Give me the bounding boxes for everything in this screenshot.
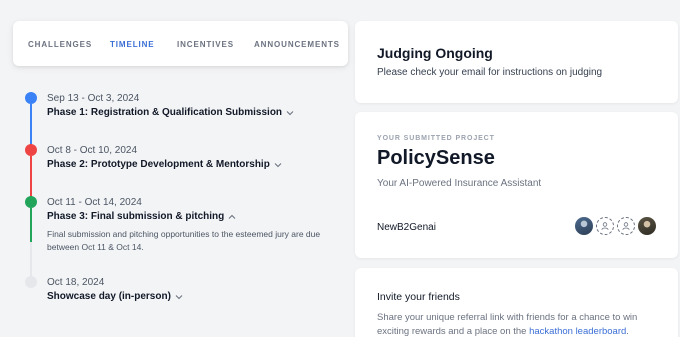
avatar-placeholder[interactable] [596,217,614,235]
invite-title: Invite your friends [377,291,460,303]
submitted-project-card: YOUR SUBMITTED PROJECT PolicySense Your … [355,112,678,258]
submitted-project-label: YOUR SUBMITTED PROJECT [377,135,495,142]
phase-1-toggle[interactable]: Phase 1: Registration & Qualification Su… [47,107,295,118]
timeline-line-phase-2 [30,156,32,198]
chevron-up-icon [227,212,237,222]
phase-4-date: Oct 18, 2024 [47,277,105,288]
phase-3-title: Phase 3: Final submission & pitching [47,211,225,222]
chevron-down-icon [174,292,184,302]
judging-status-card: Judging Ongoing Please check your email … [355,21,678,103]
phase-2-title: Phase 2: Prototype Development & Mentors… [47,159,270,170]
phase-2-toggle[interactable]: Phase 2: Prototype Development & Mentors… [47,159,283,170]
timeline-tabs-bar: CHALLENGES TIMELINE INCENTIVES ANNOUNCEM… [13,21,348,66]
project-name[interactable]: PolicySense [377,147,495,170]
invite-friends-card: Invite your friends Share your unique re… [355,268,678,337]
judging-subtitle: Please check your email for instructions… [377,67,603,78]
team-avatars [575,217,656,235]
tab-incentives[interactable]: INCENTIVES [177,40,234,49]
avatar[interactable] [638,217,656,235]
phase-1-date: Sep 13 - Oct 3, 2024 [47,93,140,104]
invite-text: Share your unique referral link with fri… [377,311,662,337]
chevron-down-icon [285,108,295,118]
phase-1-title: Phase 1: Registration & Qualification Su… [47,107,283,118]
project-tagline: Your AI-Powered Insurance Assistant [377,178,542,189]
phase-1-status-dot [25,92,37,104]
chevron-down-icon [273,160,283,170]
team-name: NewB2Genai [377,222,436,233]
phase-3-status-dot [25,196,37,208]
judging-title: Judging Ongoing [377,45,493,61]
phase-3-toggle[interactable]: Phase 3: Final submission & pitching [47,211,237,222]
phase-3-description: Final submission and pitching opportunit… [47,229,321,252]
phase-2-status-dot [25,144,37,156]
phase-2-date: Oct 8 - Oct 10, 2024 [47,145,138,156]
invite-text-end: . [626,326,629,337]
user-placeholder-icon [622,222,630,230]
timeline-line-phase-3 [30,208,32,242]
phase-4-status-dot [25,276,37,288]
avatar[interactable] [575,217,593,235]
phase-4-title: Showcase day (in-person) [47,291,171,302]
phase-3-date: Oct 11 - Oct 14, 2024 [47,197,142,208]
avatar-placeholder[interactable] [617,217,635,235]
tab-announcements[interactable]: ANNOUNCEMENTS [254,40,340,49]
hackathon-leaderboard-link[interactable]: hackathon leaderboard [529,326,626,337]
phase-4-toggle[interactable]: Showcase day (in-person) [47,291,184,302]
tab-timeline[interactable]: TIMELINE [110,40,155,49]
tab-challenges[interactable]: CHALLENGES [28,40,92,49]
user-placeholder-icon [601,222,609,230]
